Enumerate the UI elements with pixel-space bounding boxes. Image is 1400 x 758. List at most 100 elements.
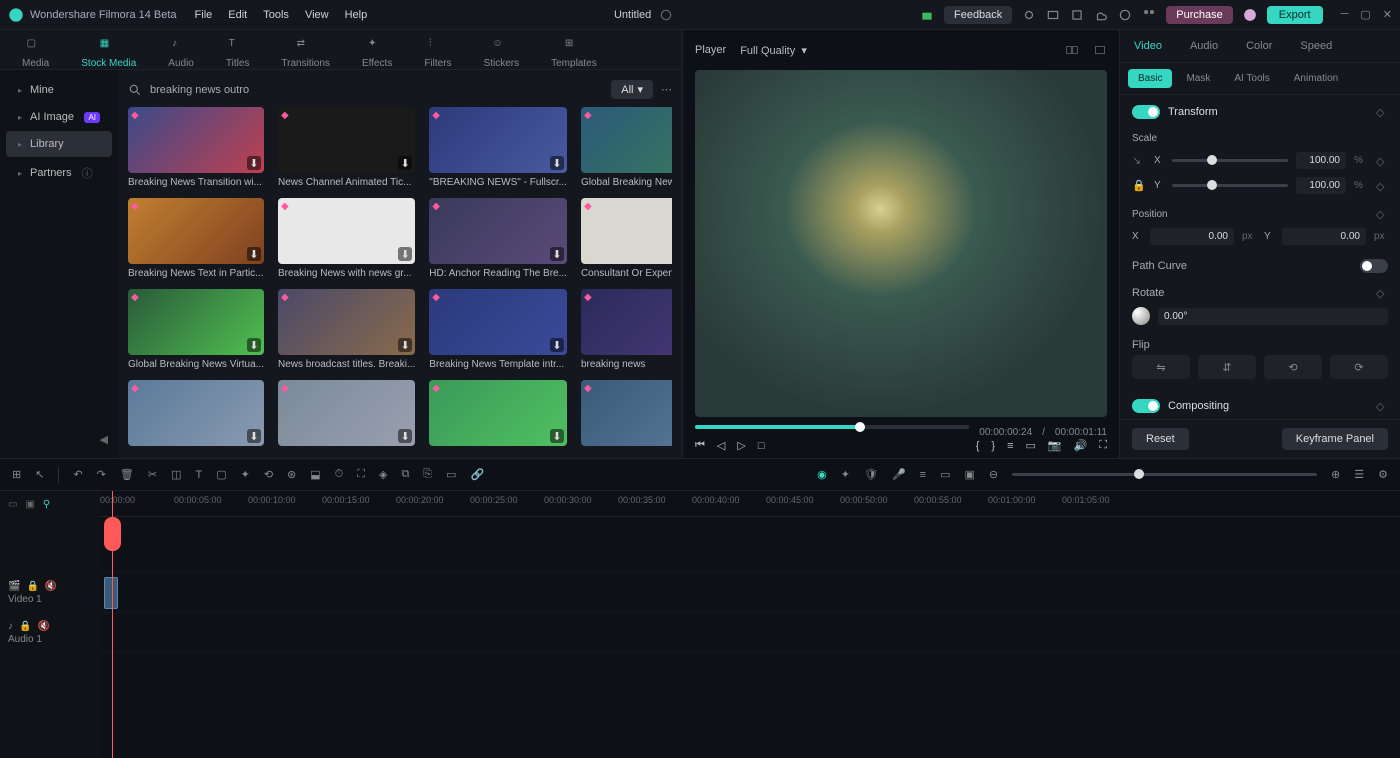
tab-media[interactable]: ▢Media	[20, 34, 51, 73]
tab-stock-media[interactable]: ▦Stock Media	[79, 34, 138, 73]
kf-icon[interactable]: ◇	[1376, 208, 1388, 220]
quality-dropdown[interactable]: Full Quality ▾	[740, 44, 807, 57]
text-icon[interactable]: T	[195, 469, 202, 481]
zoom-in-icon[interactable]: ⊕	[1331, 468, 1340, 481]
tab-transitions[interactable]: ⇄Transitions	[279, 34, 332, 73]
tab-stickers[interactable]: ☺Stickers	[482, 34, 522, 73]
tl-tool-icon[interactable]: ⎘	[423, 468, 432, 481]
tab-effects[interactable]: ✦Effects	[360, 34, 394, 73]
sidebar-collapse-icon[interactable]: ◀	[0, 427, 118, 452]
export-button[interactable]: Export	[1267, 6, 1323, 24]
tl-tool-icon[interactable]: ⊛	[287, 468, 296, 481]
link-icon[interactable]: 🔗	[471, 468, 485, 481]
lock-icon[interactable]: 🔒	[19, 621, 31, 632]
zoom-slider[interactable]	[1012, 473, 1317, 476]
download-icon[interactable]: ⬇	[398, 338, 412, 352]
menu-file[interactable]: File	[195, 9, 213, 21]
download-icon[interactable]: ⬇	[247, 247, 261, 261]
tl-tool-icon[interactable]: ✦	[841, 468, 850, 481]
sidebar-item-mine[interactable]: ▸Mine	[6, 77, 112, 103]
rotate-cw-button[interactable]: ⟲	[1264, 355, 1322, 379]
feedback-button[interactable]: Feedback	[944, 6, 1012, 24]
sidebar-item-ai-image[interactable]: ▸AI ImageAI	[6, 104, 112, 130]
tl-tool-icon[interactable]: ▭	[940, 468, 950, 481]
save-icon[interactable]	[1070, 8, 1084, 22]
magnet-icon[interactable]: ⚲	[43, 499, 50, 510]
search-input[interactable]	[150, 84, 603, 96]
playback-scrubber[interactable]	[695, 425, 969, 429]
undo-icon[interactable]: ↶	[73, 468, 82, 481]
media-thumbnail[interactable]: ◆⬇Breaking News Text in Partic...	[128, 198, 264, 279]
mark-in-icon[interactable]: {	[976, 440, 980, 452]
camera-icon[interactable]: 📷	[1048, 439, 1062, 452]
tl-settings-icon[interactable]: ⚙	[1378, 468, 1388, 481]
keyframe-diamond-icon[interactable]: ◇	[1376, 106, 1388, 118]
lock-icon[interactable]: 🔒	[26, 581, 38, 592]
sidebar-item-library[interactable]: ▸Library	[6, 131, 112, 157]
snapshot-icon[interactable]	[1093, 43, 1107, 57]
media-thumbnail[interactable]: ◆⬇Consultant Or Expert Advice...	[581, 198, 672, 279]
cloud-icon[interactable]	[1094, 8, 1108, 22]
kf-icon[interactable]: ◇	[1376, 155, 1388, 167]
download-icon[interactable]: ⬇	[398, 247, 412, 261]
delete-icon[interactable]: 🗑	[120, 468, 134, 481]
tl-tool-icon[interactable]: ◈	[379, 468, 387, 481]
menu-edit[interactable]: Edit	[228, 9, 247, 21]
media-thumbnail[interactable]: ◆⬇Breaking News with news gr...	[278, 198, 415, 279]
kf-icon[interactable]: ◇	[1376, 287, 1388, 299]
download-icon[interactable]: ⬇	[247, 156, 261, 170]
download-icon[interactable]: ⬇	[550, 338, 564, 352]
download-icon[interactable]: ⬇	[550, 156, 564, 170]
media-thumbnail[interactable]: ◆⬇	[278, 380, 415, 446]
tl-tool-icon[interactable]: 🛡	[864, 468, 878, 481]
rotate-input[interactable]	[1158, 308, 1388, 325]
stop-icon[interactable]: □	[758, 440, 765, 452]
maximize-icon[interactable]: ▢	[1360, 8, 1370, 21]
flip-vertical-button[interactable]: ⇵	[1198, 355, 1256, 379]
rotate-ccw-button[interactable]: ⟳	[1330, 355, 1388, 379]
pos-y-input[interactable]	[1282, 228, 1366, 245]
cut-icon[interactable]: ✂	[148, 468, 157, 481]
rotate-dial[interactable]	[1132, 307, 1150, 325]
history-icon[interactable]	[1118, 8, 1132, 22]
more-options-icon[interactable]: ⋯	[661, 83, 672, 96]
audio-track-icon[interactable]: ♪	[8, 621, 13, 632]
media-thumbnail[interactable]: ◆⬇	[581, 380, 672, 446]
media-thumbnail[interactable]: ◆⬇News broadcast titles. Breaki...	[278, 289, 415, 370]
path-curve-toggle[interactable]	[1360, 259, 1388, 273]
tl-tool-icon[interactable]: ≡	[920, 469, 926, 481]
download-icon[interactable]: ⬇	[398, 429, 412, 443]
mic-icon[interactable]: 🎤	[892, 468, 906, 481]
monitor-icon[interactable]: ▭	[1025, 439, 1035, 452]
tl-mode-icon[interactable]: ▣	[25, 499, 34, 510]
media-thumbnail[interactable]: ◆⬇	[429, 380, 567, 446]
tl-ai-icon[interactable]: ◉	[817, 468, 827, 481]
tl-tool-icon[interactable]: ▢	[216, 468, 226, 481]
subtab-animation[interactable]: Animation	[1284, 69, 1348, 88]
scale-x-input[interactable]	[1296, 152, 1346, 169]
menu-tools[interactable]: Tools	[263, 9, 289, 21]
menu-view[interactable]: View	[305, 9, 329, 21]
download-icon[interactable]: ⬇	[550, 429, 564, 443]
tl-tool-icon[interactable]: ▭	[446, 468, 456, 481]
mute-icon[interactable]: 🔇	[37, 621, 49, 632]
tab-templates[interactable]: ⊞Templates	[549, 34, 599, 73]
scale-y-slider[interactable]	[1172, 184, 1288, 187]
tab-titles[interactable]: TTitles	[224, 34, 252, 73]
compositing-toggle[interactable]	[1132, 399, 1160, 413]
download-icon[interactable]: ⬇	[247, 429, 261, 443]
prop-tab-speed[interactable]: Speed	[1286, 30, 1346, 62]
subtab-mask[interactable]: Mask	[1176, 69, 1220, 88]
tl-tool-icon[interactable]: ✦	[241, 468, 250, 481]
close-icon[interactable]: ✕	[1383, 8, 1392, 21]
zoom-out-icon[interactable]: ⊖	[989, 468, 998, 481]
tl-tool-icon[interactable]: ⛶	[357, 468, 365, 481]
fullscreen-icon[interactable]: ⛶	[1099, 439, 1107, 452]
crop-icon[interactable]: ◫	[171, 468, 181, 481]
video-track-icon[interactable]: 🎬	[8, 581, 20, 592]
tl-tool-icon[interactable]: ⏱	[335, 468, 344, 481]
media-thumbnail[interactable]: ◆⬇Global Breaking News Virtua...	[128, 289, 264, 370]
play-icon[interactable]: ▷	[737, 439, 745, 452]
tl-pointer-icon[interactable]: ↖	[35, 468, 44, 481]
media-thumbnail[interactable]: ◆⬇News Channel Animated Tic...	[278, 107, 415, 188]
